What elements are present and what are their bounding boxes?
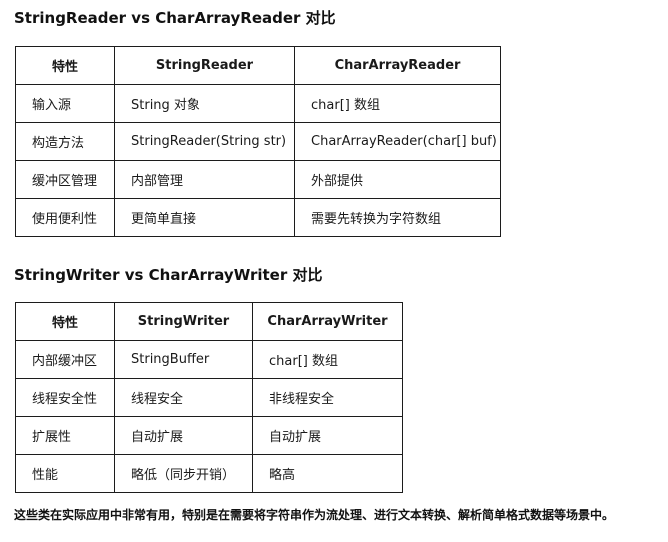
header-chararrayreader: CharArrayReader	[294, 46, 501, 85]
table-cell: char[] 数组	[294, 84, 501, 123]
table-header-row: 特性 StringReader CharArrayReader	[15, 46, 501, 85]
table-cell: 扩展性	[15, 416, 115, 455]
table-cell: 非线程安全	[252, 378, 403, 417]
document: StringReader vs CharArrayReader 对比 特性 St…	[0, 0, 668, 542]
table-cell: 内部管理	[114, 160, 295, 199]
table-header-row: 特性 StringWriter CharArrayWriter	[15, 302, 403, 341]
table-cell: String 对象	[114, 84, 295, 123]
table-cell: 更简单直接	[114, 198, 295, 237]
table-cell: 性能	[15, 454, 115, 493]
table-cell: 略低（同步开销）	[114, 454, 253, 493]
writer-comparison-table: 特性 StringWriter CharArrayWriter 内部缓冲区 St…	[15, 302, 403, 493]
table-cell: 构造方法	[15, 122, 115, 161]
table-cell: 外部提供	[294, 160, 501, 199]
table-row: 线程安全性 线程安全 非线程安全	[15, 378, 403, 417]
table-cell: StringReader(String str)	[114, 122, 295, 161]
header-stringwriter: StringWriter	[114, 302, 253, 341]
section-title-reader: StringReader vs CharArrayReader 对比	[14, 9, 336, 27]
table-cell: CharArrayReader(char[] buf)	[294, 122, 501, 161]
table-cell: 内部缓冲区	[15, 340, 115, 379]
table-cell: StringBuffer	[114, 340, 253, 379]
table-cell: 需要先转换为字符数组	[294, 198, 501, 237]
table-row: 缓冲区管理 内部管理 外部提供	[15, 160, 501, 199]
summary-note: 这些类在实际应用中非常有用，特别是在需要将字符串作为流处理、进行文本转换、解析简…	[14, 508, 615, 522]
table-cell: 线程安全	[114, 378, 253, 417]
table-cell: 略高	[252, 454, 403, 493]
reader-comparison-table: 特性 StringReader CharArrayReader 输入源 Stri…	[15, 46, 501, 237]
table-cell: 自动扩展	[252, 416, 403, 455]
header-feature: 特性	[15, 46, 115, 85]
table-row: 输入源 String 对象 char[] 数组	[15, 84, 501, 123]
section-title-writer: StringWriter vs CharArrayWriter 对比	[14, 266, 323, 284]
table-cell: 缓冲区管理	[15, 160, 115, 199]
table-cell: 使用便利性	[15, 198, 115, 237]
table-cell: 自动扩展	[114, 416, 253, 455]
table-row: 使用便利性 更简单直接 需要先转换为字符数组	[15, 198, 501, 237]
table-row: 内部缓冲区 StringBuffer char[] 数组	[15, 340, 403, 379]
table-row: 扩展性 自动扩展 自动扩展	[15, 416, 403, 455]
header-stringreader: StringReader	[114, 46, 295, 85]
header-chararraywriter: CharArrayWriter	[252, 302, 403, 341]
header-feature: 特性	[15, 302, 115, 341]
table-row: 构造方法 StringReader(String str) CharArrayR…	[15, 122, 501, 161]
table-row: 性能 略低（同步开销） 略高	[15, 454, 403, 493]
table-cell: 线程安全性	[15, 378, 115, 417]
table-cell: char[] 数组	[252, 340, 403, 379]
table-cell: 输入源	[15, 84, 115, 123]
